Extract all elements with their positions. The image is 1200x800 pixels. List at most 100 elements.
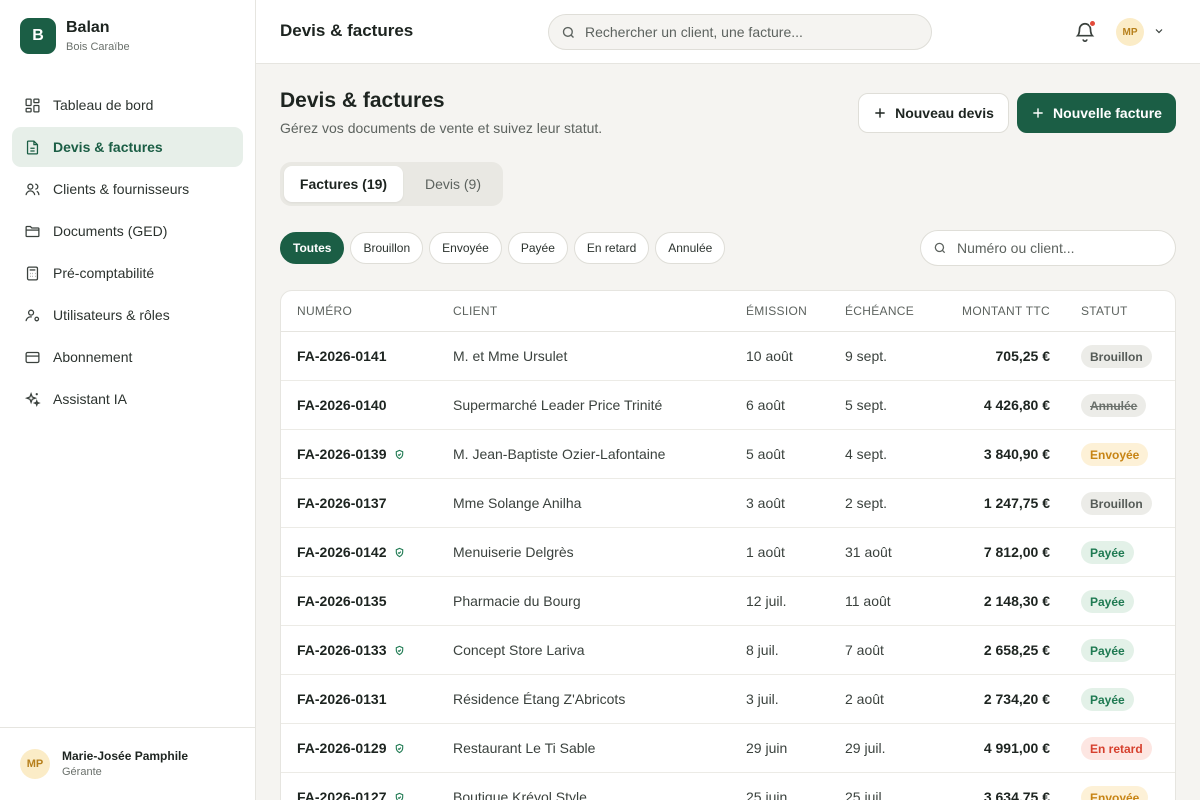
status-filters: Toutes Brouillon Envoyée Payée En retard…: [280, 232, 731, 264]
invoice-number: FA-2026-0133: [297, 642, 405, 659]
status-badge: Brouillon: [1081, 345, 1152, 368]
column-header-number[interactable]: NUMÉRO: [297, 304, 352, 318]
table-search-input[interactable]: [957, 240, 1157, 256]
due-date: 31 août: [845, 544, 892, 560]
search-icon: [562, 26, 574, 38]
document-tabs: Factures (19) Devis (9): [280, 162, 503, 206]
amount: 3 840,90 €: [983, 446, 1050, 462]
amount: 2 734,20 €: [983, 691, 1050, 707]
column-header-status[interactable]: STATUT: [1081, 304, 1128, 318]
table-row[interactable]: FA-2026-0135 Pharmacie du Bourg 12 juil. 11…: [281, 577, 1175, 626]
new-invoice-button[interactable]: Nouvelle facture: [1017, 93, 1176, 133]
table-row[interactable]: FA-2026-0141 M. et Mme Ursulet 10 août 9 se…: [281, 332, 1175, 381]
table-row[interactable]: FA-2026-0139 M. Jean-Baptiste Ozier-Lafon…: [281, 430, 1175, 479]
filter-sent[interactable]: Envoyée: [429, 232, 502, 264]
issue-date: 1 août: [746, 544, 785, 560]
table-row[interactable]: FA-2026-0133 Concept Store Lariva 8 juil. 7…: [281, 626, 1175, 675]
brand-subtitle: Bois Caraïbe: [66, 40, 130, 53]
invoice-number: FA-2026-0142: [297, 544, 405, 561]
topbar-title: Devis & factures: [280, 21, 414, 40]
table-search[interactable]: [920, 230, 1176, 266]
status-badge: Payée: [1081, 688, 1134, 711]
amount: 4 426,80 €: [983, 397, 1050, 413]
calculator-icon: [26, 265, 39, 281]
invoice-number-text: FA-2026-0133: [297, 642, 387, 658]
sidebar-item-dashboard[interactable]: Tableau de bord: [12, 85, 243, 125]
user-name: Marie-Josée Pamphile: [62, 749, 189, 763]
client-name: Pharmacie du Bourg: [453, 593, 581, 609]
status-badge: Envoyée: [1081, 786, 1149, 800]
sidebar-item-documents[interactable]: Documents (GED): [12, 211, 243, 251]
global-search[interactable]: [548, 14, 932, 50]
tab-quotes[interactable]: Devis (9): [407, 166, 499, 202]
invoice-number: FA-2026-0135: [297, 593, 387, 610]
due-date: 9 sept.: [845, 348, 888, 364]
sidebar: B Balan Bois Caraïbe Tableau de bord Dev…: [0, 0, 256, 800]
filter-paid[interactable]: Payée: [507, 232, 568, 264]
status-badge: En retard: [1081, 737, 1152, 760]
amount: 3 634,75 €: [983, 789, 1050, 800]
sidebar-item-label: Assistant IA: [53, 391, 127, 407]
filter-overdue[interactable]: En retard: [573, 232, 650, 264]
topbar: Devis & factures MP: [256, 0, 1200, 64]
brand[interactable]: B Balan Bois Caraïbe: [20, 18, 130, 54]
table-row[interactable]: FA-2026-0129 Restaurant Le Ti Sable 29 jui…: [281, 724, 1175, 773]
table-row[interactable]: FA-2026-0131 Résidence Étang Z'Abricots 3 …: [281, 675, 1175, 724]
chevron-down-icon[interactable]: [1153, 25, 1165, 37]
invoice-number-text: FA-2026-0140: [297, 397, 387, 413]
sidebar-item-label: Documents (GED): [53, 223, 168, 239]
status-badge: Brouillon: [1081, 492, 1152, 515]
filter-draft[interactable]: Brouillon: [350, 232, 424, 264]
filter-cancelled[interactable]: Annulée: [655, 232, 726, 264]
table-row[interactable]: FA-2026-0142 Menuiserie Delgrès 1 août 31 a…: [281, 528, 1175, 577]
account-avatar[interactable]: MP: [1116, 18, 1144, 46]
user-profile[interactable]: MP Marie-Josée Pamphile Gérante: [0, 727, 255, 800]
column-header-client[interactable]: CLIENT: [453, 304, 497, 318]
user-gear-icon: [25, 309, 40, 321]
column-header-amount[interactable]: MONTANT TTC: [962, 304, 1050, 318]
table-row[interactable]: FA-2026-0137 Mme Solange Anilha 3 août 2 se…: [281, 479, 1175, 528]
status-badge: Payée: [1081, 541, 1134, 564]
invoice-number: FA-2026-0141: [297, 348, 387, 365]
sidebar-item-clients[interactable]: Clients & fournisseurs: [12, 169, 243, 209]
sidebar-item-label: Pré-comptabilité: [53, 265, 155, 281]
due-date: 29 juil.: [845, 740, 886, 756]
amount: 4 991,00 €: [983, 740, 1050, 756]
notifications-button[interactable]: [1074, 20, 1096, 43]
new-quote-button[interactable]: Nouveau devis: [858, 93, 1009, 133]
table-header: NUMÉRO CLIENT ÉMISSION ÉCHÉANCE MONTANT …: [281, 291, 1175, 332]
client-name: M. et Mme Ursulet: [453, 348, 568, 364]
sidebar-item-users-roles[interactable]: Utilisateurs & rôles: [12, 295, 243, 335]
issue-date: 3 août: [746, 495, 785, 511]
brand-name: Balan: [66, 18, 110, 36]
folder-icon: [25, 225, 40, 237]
sidebar-item-subscription[interactable]: Abonnement: [12, 337, 243, 377]
issue-date: 6 août: [746, 397, 785, 413]
table-row[interactable]: FA-2026-0140 Supermarché Leader Price Tri…: [281, 381, 1175, 430]
column-header-due[interactable]: ÉCHÉANCE: [845, 304, 914, 318]
client-name: Mme Solange Anilha: [453, 495, 582, 511]
table-row[interactable]: FA-2026-0127 Boutique Kréyol Style 25 juin…: [281, 773, 1175, 800]
client-name: Supermarché Leader Price Trinité: [453, 397, 663, 413]
column-header-issued[interactable]: ÉMISSION: [746, 304, 807, 318]
tab-invoices[interactable]: Factures (19): [284, 166, 403, 202]
invoice-number-text: FA-2026-0141: [297, 348, 387, 364]
amount: 2 148,30 €: [983, 593, 1050, 609]
credit-card-icon: [25, 351, 40, 363]
global-search-input[interactable]: [585, 24, 915, 40]
page-subtitle: Gérez vos documents de vente et suivez l…: [280, 120, 603, 136]
due-date: 25 juil.: [845, 789, 886, 800]
sidebar-item-quotes-invoices[interactable]: Devis & factures: [12, 127, 243, 167]
invoice-number-text: FA-2026-0127: [297, 789, 387, 800]
invoice-number-text: FA-2026-0131: [297, 691, 387, 707]
avatar: MP: [20, 749, 50, 779]
sidebar-item-pre-accounting[interactable]: Pré-comptabilité: [12, 253, 243, 293]
shield-check-icon: [395, 449, 403, 460]
sidebar-item-ai-assistant[interactable]: Assistant IA: [12, 379, 243, 419]
invoice-number-text: FA-2026-0137: [297, 495, 387, 511]
client-name: M. Jean-Baptiste Ozier-Lafontaine: [453, 446, 666, 462]
status-badge: Payée: [1081, 639, 1134, 662]
issue-date: 3 juil.: [746, 691, 779, 707]
status-badge: Payée: [1081, 590, 1134, 613]
filter-all[interactable]: Toutes: [280, 232, 345, 264]
